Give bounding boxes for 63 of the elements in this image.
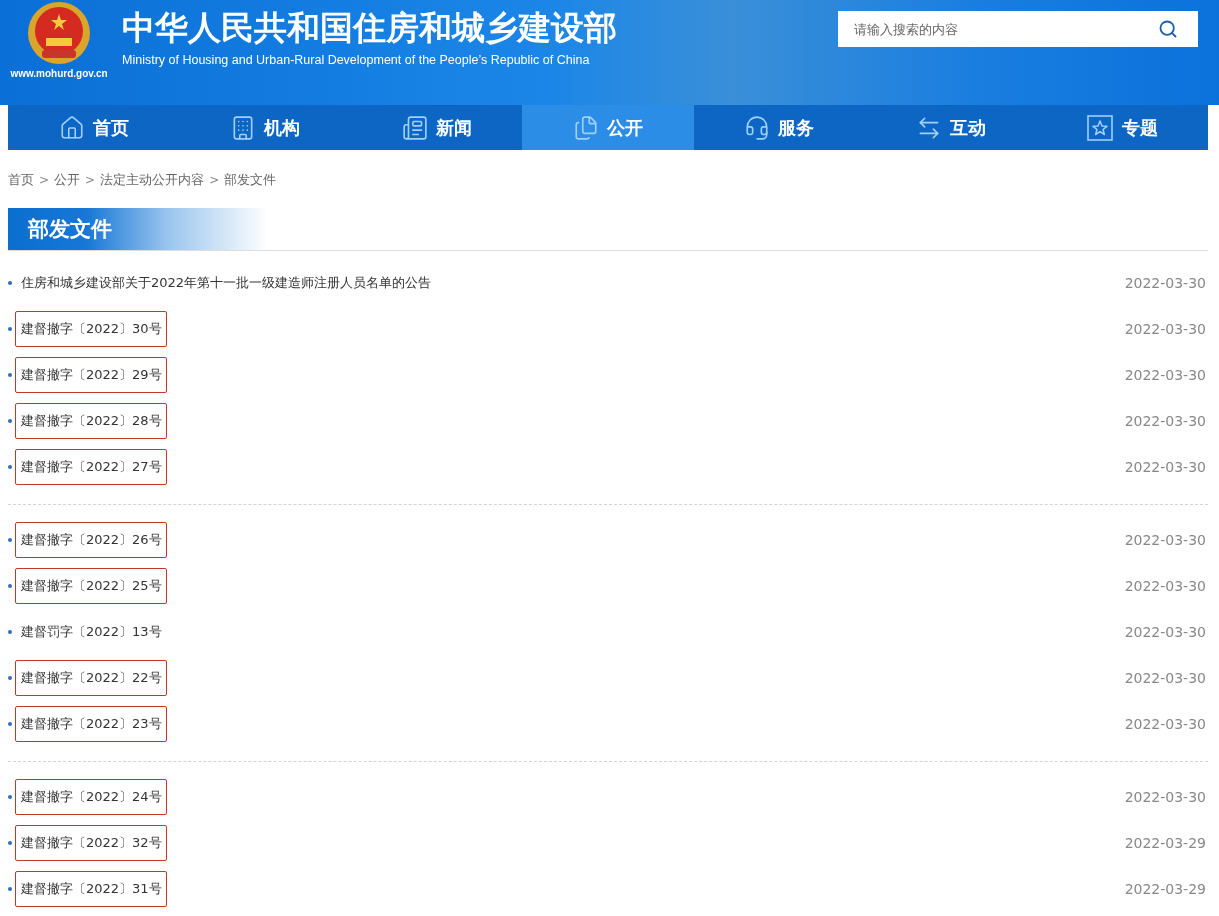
- documents-icon: [572, 114, 599, 141]
- nav-tab[interactable]: 机构: [179, 105, 351, 150]
- publish-date: 2022-03-30: [1124, 413, 1206, 429]
- document-link[interactable]: 建督撤字〔2022〕28号: [15, 403, 167, 439]
- breadcrumb-separator: >: [85, 173, 96, 187]
- bullet-icon: [8, 795, 12, 799]
- publish-date: 2022-03-30: [1124, 578, 1206, 594]
- publish-date: 2022-03-30: [1124, 459, 1206, 475]
- document-link[interactable]: 建督撤字〔2022〕24号: [15, 779, 167, 815]
- section-title: 部发文件: [8, 208, 268, 250]
- bullet-icon: [8, 630, 12, 634]
- website-url: www.mohurd.gov.cn: [10, 68, 108, 79]
- publish-date: 2022-03-30: [1124, 624, 1206, 640]
- site-subtitle: Ministry of Housing and Urban-Rural Development of the People’s Republic of China: [122, 53, 591, 67]
- bullet-icon: [8, 281, 12, 285]
- bullet-icon: [8, 419, 12, 423]
- breadcrumb-separator: >: [209, 173, 220, 187]
- bullet-icon: [8, 373, 12, 377]
- publish-date: 2022-03-30: [1124, 716, 1206, 732]
- breadcrumb-link[interactable]: 法定主动公开内容: [100, 171, 205, 189]
- bullet-icon: [8, 327, 12, 331]
- document-link[interactable]: 建督撤字〔2022〕22号: [15, 660, 167, 696]
- breadcrumb-link[interactable]: 首页: [8, 171, 34, 189]
- document-link[interactable]: 建督撤字〔2022〕23号: [15, 706, 167, 742]
- document-link[interactable]: 建督撤字〔2022〕26号: [15, 522, 167, 558]
- nav-tab[interactable]: 互动: [865, 105, 1037, 150]
- breadcrumb-link[interactable]: 部发文件: [224, 171, 277, 189]
- house-icon: [58, 114, 85, 141]
- site-title: 中华人民共和国住房和城乡建设部: [122, 7, 617, 49]
- bullet-icon: [8, 538, 12, 542]
- nav-tab[interactable]: 专题: [1036, 105, 1208, 150]
- publish-date: 2022-03-30: [1124, 275, 1206, 291]
- document-link[interactable]: 建督撤字〔2022〕29号: [15, 357, 167, 393]
- breadcrumb-separator: >: [39, 173, 50, 187]
- nav-tab[interactable]: 服务: [693, 105, 866, 150]
- headset-icon: [744, 114, 771, 141]
- nav-tab[interactable]: 首页: [8, 105, 180, 150]
- bullet-icon: [8, 722, 12, 726]
- search-icon[interactable]: [1158, 19, 1178, 39]
- emblem-icon: [26, 0, 92, 66]
- newspaper-icon: [401, 114, 428, 141]
- publish-date: 2022-03-30: [1124, 321, 1206, 337]
- breadcrumb-link[interactable]: 公开: [54, 171, 81, 189]
- document-link[interactable]: 建督撤字〔2022〕32号: [15, 825, 167, 861]
- document-link[interactable]: 建督撤字〔2022〕25号: [15, 568, 167, 604]
- bullet-icon: [8, 465, 12, 469]
- publish-date: 2022-03-29: [1124, 835, 1206, 851]
- publish-date: 2022-03-30: [1124, 532, 1206, 548]
- document-link[interactable]: 住房和城乡建设部关于2022年第十一批一级建造师注册人员名单的公告: [15, 265, 437, 301]
- publish-date: 2022-03-30: [1124, 789, 1206, 805]
- publish-date: 2022-03-30: [1124, 670, 1206, 686]
- bullet-icon: [8, 676, 12, 680]
- bullet-icon: [8, 584, 12, 588]
- nav-tab[interactable]: 新闻: [350, 105, 523, 150]
- publish-date: 2022-03-29: [1124, 881, 1206, 897]
- bullet-icon: [8, 887, 12, 891]
- publish-date: 2022-03-30: [1124, 367, 1206, 383]
- document-link[interactable]: 建督撤字〔2022〕31号: [15, 871, 167, 907]
- document-link[interactable]: 建督撤字〔2022〕27号: [15, 449, 167, 485]
- document-link[interactable]: 建督撤字〔2022〕30号: [15, 311, 167, 347]
- document-link[interactable]: 建督罚字〔2022〕13号: [15, 614, 167, 650]
- bullet-icon: [8, 841, 12, 845]
- search-field[interactable]: 请输入搜索的内容: [838, 11, 1198, 47]
